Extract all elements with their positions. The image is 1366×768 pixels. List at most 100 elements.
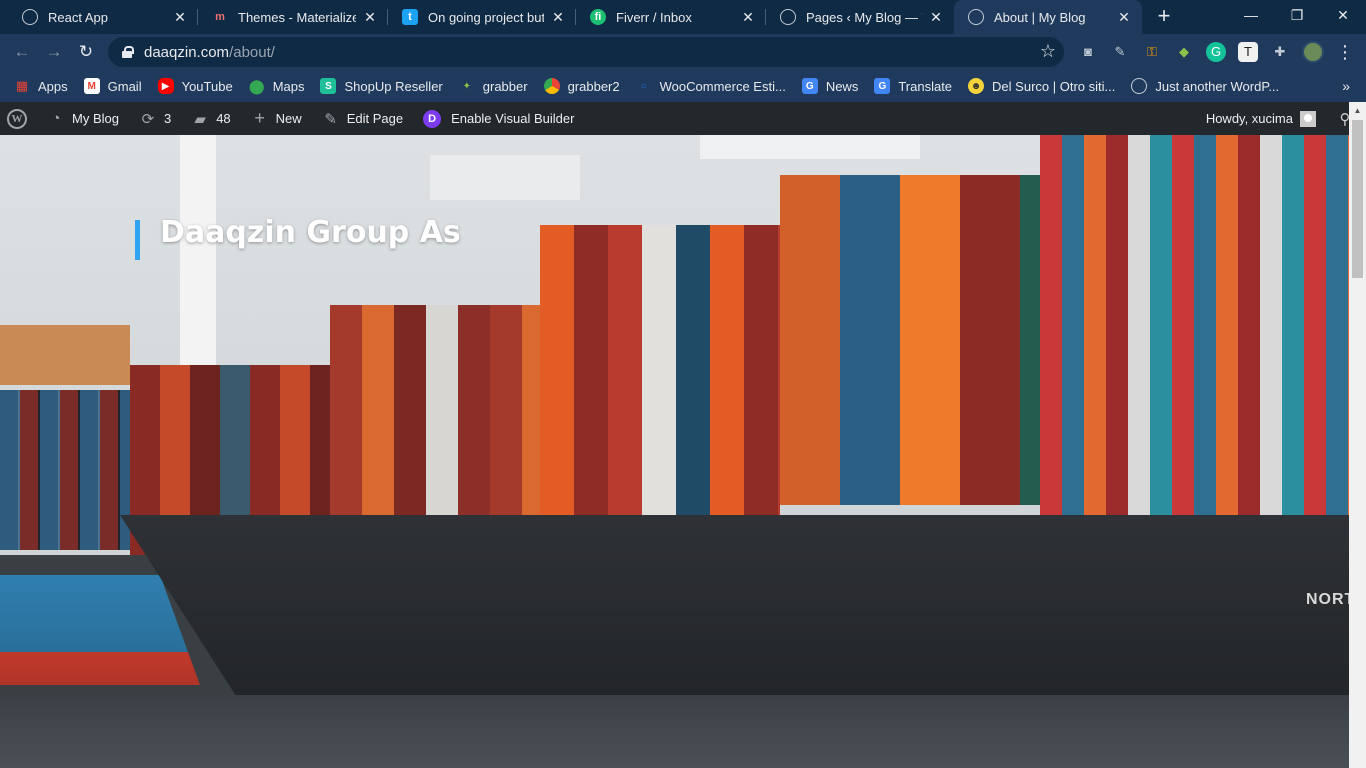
tab-fiverr[interactable]: fi Fiverr / Inbox ✕ [576,0,766,34]
wordpress-logo-icon: W [7,108,27,129]
puzzle-extensions-icon[interactable]: ✚ [1270,42,1290,62]
plus-icon: + [254,108,265,128]
bookmark-news[interactable]: G News [801,78,858,94]
bookmark-youtube[interactable]: ▶ YouTube [157,78,233,94]
my-account-menu[interactable]: Howdy, xucima [1196,102,1326,135]
globe-icon [968,9,984,25]
bookmark-wordpress[interactable]: Just another WordP... [1131,78,1279,94]
reload-icon[interactable]: ↻ [74,40,98,64]
text-extension-icon[interactable]: T [1238,42,1258,62]
globe-icon [22,9,38,25]
url-path: /about/ [229,43,275,61]
bookmark-grabber[interactable]: ✦ grabber [459,78,528,94]
enable-visual-builder-link[interactable]: D Enable Visual Builder [413,102,584,135]
comments-menu[interactable]: ▰ 48 [181,102,240,135]
bookmark-apps[interactable]: ▦ Apps [14,78,68,94]
ship-hull-lettering: NORT [1306,591,1349,608]
new-tab-button[interactable]: + [1152,5,1176,29]
comments-count: 48 [216,111,231,126]
bookmarks-overflow-button[interactable]: » [1342,78,1350,94]
page-title: Daaqzin Group As [160,215,461,250]
bookmark-shopup[interactable]: S ShopUp Reseller [320,78,443,94]
new-content-menu[interactable]: + New [241,102,312,135]
profile-avatar[interactable] [1302,41,1324,63]
tab-materialize[interactable]: m Themes - Materialize ✕ [198,0,388,34]
scrollbar-thumb[interactable] [1352,120,1363,278]
youtube-icon: ▶ [157,78,174,94]
close-icon[interactable]: ✕ [1116,9,1132,25]
container-stack [540,225,780,525]
bookmark-star-icon[interactable]: ☆ [1040,41,1056,62]
bookmark-label: grabber [482,78,528,94]
edit-page-link[interactable]: ✎ Edit Page [312,102,413,135]
forward-arrow-icon[interactable]: → [42,40,66,64]
restore-button[interactable]: ❐ [1274,0,1320,30]
bookmark-maps[interactable]: ⬤ Maps [249,78,305,94]
tab-title: About | My Blog [994,9,1086,25]
updates-refresh-icon: ⟳ [141,110,155,128]
translate-icon: G [874,78,891,94]
address-bar[interactable]: daaqzin.com/about/ ☆ [108,37,1064,67]
bookmark-gmail[interactable]: M Gmail [83,78,142,94]
bookmark-label: Just another WordP... [1155,78,1280,94]
updates-menu[interactable]: ⟳ 3 [129,102,181,135]
url-host: daaqzin.com [144,43,230,61]
wp-logo-menu[interactable]: W [0,102,37,135]
page-scrollbar[interactable]: ▲ [1349,102,1366,768]
wp-admin-bar: W ◔ My Blog ⟳ 3 ▰ 48 + New ✎ Edit Page D Enabl… [0,102,1366,135]
new-label: New [275,111,302,126]
materialize-icon: m [215,11,225,23]
gmail-icon: M [83,78,100,94]
bookmark-label: Del Surco | Otro siti... [992,78,1116,94]
heading-accent-bar [135,220,140,260]
bookmark-label: WooCommerce Esti... [659,78,786,94]
back-arrow-icon[interactable]: ← [10,40,34,64]
harbor-water [0,695,1349,768]
pencil-icon: ✎ [324,110,337,128]
browser-toolbar: ← → ↻ daaqzin.com/about/ ☆ ◙ ✎ ⚿ ◆ G T ✚… [0,34,1366,70]
bookmark-delsurco[interactable]: ☻ Del Surco | Otro siti... [968,78,1115,94]
tab-strip: React App ✕ m Themes - Materialize ✕ t O… [0,0,1366,34]
close-icon[interactable]: ✕ [550,9,566,25]
tab-pages[interactable]: Pages ‹ My Blog — Wor ✕ [766,0,954,34]
bookmark-label: Translate [898,78,953,94]
camera-icon[interactable]: ◙ [1078,42,1098,62]
close-icon[interactable]: ✕ [928,9,944,25]
lock-icon[interactable] [122,46,134,58]
grammarly-icon[interactable]: G [1206,42,1226,62]
user-avatar-icon [1300,110,1316,127]
bookmark-grabber2[interactable]: grabber2 [543,78,620,94]
key-icon[interactable]: ⚿ [1142,42,1162,62]
fiverr-icon: fi [590,9,606,25]
grabber-icon: ✦ [462,80,471,92]
close-icon[interactable]: ✕ [362,9,378,25]
eyedropper-icon[interactable]: ✎ [1110,42,1130,62]
tab-about-active[interactable]: About | My Blog ✕ [954,0,1142,34]
window-close-button[interactable]: ✕ [1320,0,1366,30]
tab-title: Pages ‹ My Blog — Wor [806,9,922,25]
bookmark-translate[interactable]: G Translate [874,78,952,94]
close-icon[interactable]: ✕ [172,9,188,25]
scroll-up-arrow-icon[interactable]: ▲ [1349,102,1366,119]
site-name: My Blog [72,111,119,126]
edit-page-label: Edit Page [346,111,404,126]
divi-logo-icon: D [423,109,442,128]
extension-leaf-icon[interactable]: ◆ [1174,42,1194,62]
kebab-menu-icon[interactable]: ⋮ [1336,41,1354,63]
container-stack [1040,135,1349,515]
container-stack [330,305,550,535]
tab-title: React App [48,9,108,25]
comment-bubble-icon: ▰ [194,110,206,128]
tab-react-app[interactable]: React App ✕ [8,0,198,34]
crane-structure [0,325,130,385]
dashboard-gauge-icon: ◔ [51,110,61,127]
tab-twitter[interactable]: t On going project but bu ✕ [388,0,576,34]
site-name-menu[interactable]: ◔ My Blog [37,102,129,135]
chrome-icon [543,78,560,94]
minimize-button[interactable]: — [1228,0,1274,30]
close-icon[interactable]: ✕ [740,9,756,25]
page-content: NORT Daaqzin Group As [0,135,1349,768]
bookmark-woocommerce[interactable]: ○ WooCommerce Esti... [636,78,786,94]
tab-title: Fiverr / Inbox [616,9,692,25]
woocommerce-icon: ○ [640,80,647,92]
